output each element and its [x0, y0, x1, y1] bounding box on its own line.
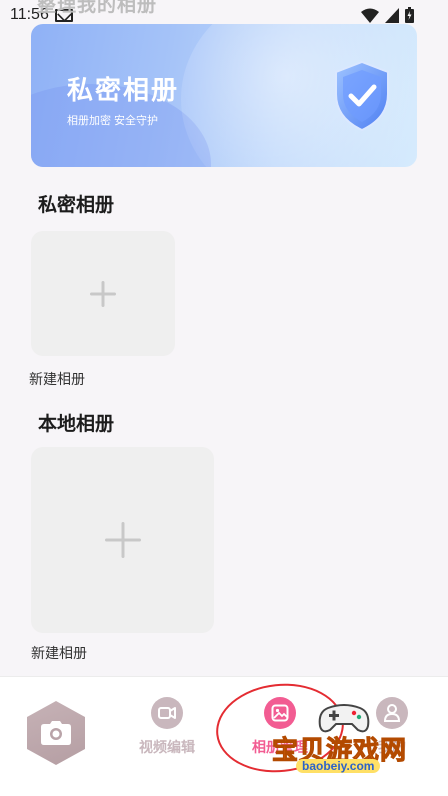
camera-button[interactable]	[27, 701, 85, 765]
plus-icon	[105, 522, 141, 558]
watermark-url: baobeiy.com	[296, 759, 381, 773]
status-icons	[361, 7, 414, 23]
private-section-title: 私密相册	[38, 195, 115, 216]
user-icon	[376, 697, 408, 729]
gamepad-icon	[318, 704, 370, 733]
battery-icon	[405, 7, 414, 23]
signal-icon	[385, 7, 399, 23]
local-section-title: 本地相册	[38, 414, 115, 435]
shield-check-icon	[335, 60, 389, 132]
tab-video-edit[interactable]: 视频编辑	[127, 697, 207, 757]
new-private-album-label: 新建相册	[29, 371, 85, 387]
video-icon	[151, 697, 183, 729]
page-title: 整理我的相册	[37, 0, 158, 16]
banner-subtitle: 相册加密 安全守护	[67, 115, 159, 127]
plus-icon	[90, 281, 116, 307]
private-album-banner[interactable]: 私密相册 相册加密 安全守护	[31, 24, 417, 167]
banner-title: 私密相册	[67, 75, 180, 105]
new-local-album-label: 新建相册	[31, 645, 87, 661]
camera-icon	[41, 721, 71, 745]
new-private-album-button[interactable]	[31, 231, 175, 356]
new-local-album-button[interactable]	[31, 447, 214, 633]
tab-video-edit-label: 视频编辑	[139, 739, 195, 755]
wifi-icon	[361, 8, 379, 23]
